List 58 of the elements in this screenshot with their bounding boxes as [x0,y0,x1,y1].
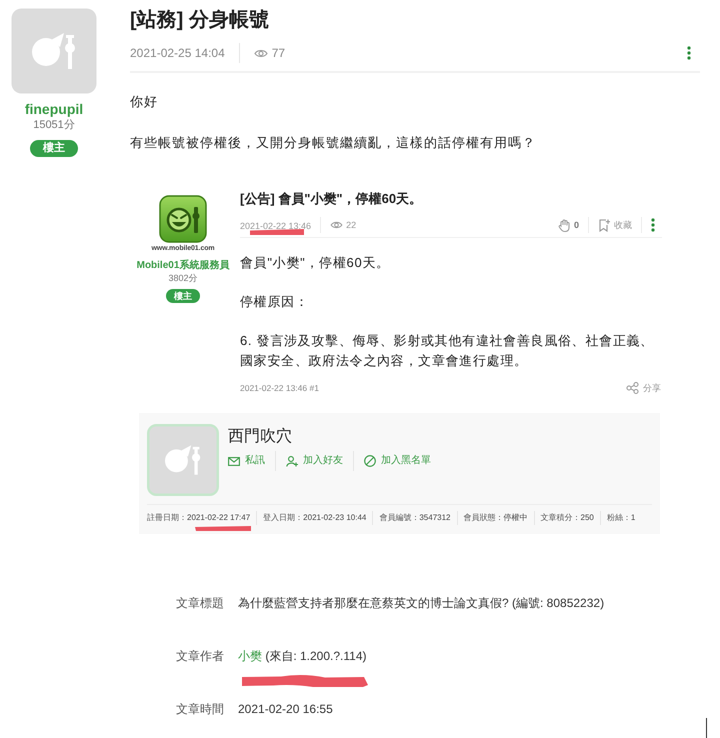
stat-value: 3547312 [419,513,450,522]
stat-label: 會員狀態： [464,512,504,524]
more-options-icon[interactable] [651,218,655,232]
username-link[interactable]: Mobile01系統服務員 [136,259,230,272]
stat-label: 註冊日期： [147,512,187,524]
stat-label: 登入日期： [263,512,304,524]
post-date: 2021-02-25 14:04 [130,46,225,60]
stat-label: 粉絲： [606,512,631,524]
stat-value: 250 [580,513,594,522]
thread-starter-badge: 樓主 [166,289,200,303]
share-button[interactable]: 分享 [626,382,661,394]
bookmark-icon [598,218,610,232]
view-count: 22 [346,220,356,230]
field-label: 文章作者 [176,648,225,665]
envelope-icon [228,456,240,466]
stat-label: 文章積分： [540,512,580,524]
default-avatar-icon [147,424,219,496]
username-link[interactable]: finepupil [24,100,84,118]
stat-label: 會員編號： [379,512,420,524]
post-paragraph: 有些帳號被停權後，又開分身帳號繼續亂，這樣的話停權有用嗎？ [130,134,537,152]
share-icon [626,382,639,394]
quote-paragraph: 停權原因： [240,293,310,311]
post-paragraph: 你好 [130,93,159,111]
thread-starter-badge: 樓主 [30,140,78,157]
quote-title: [公告] 會員"小樊"，停權60天。 [240,190,424,208]
hand-icon [558,218,570,232]
prohibited-icon [364,455,376,467]
stat-value: 2021-02-22 17:47 [187,513,250,522]
author-link[interactable]: 小樊 [238,649,262,663]
bookmark-button[interactable]: 收藏 [598,218,632,232]
eye-icon [254,48,268,58]
points-text: 3802分 [168,272,198,284]
person-plus-icon [286,456,298,466]
block-link[interactable]: 加入黑名單 [364,454,431,468]
stat-value: 停權中 [504,513,528,522]
post-title: [站務] 分身帳號 [130,8,270,33]
eye-icon [330,221,344,229]
author-source: (來自: 1.200.?.114) [264,649,366,663]
field-value: 2021-02-20 16:55 [238,702,333,716]
more-options-icon[interactable] [687,46,691,60]
default-avatar-icon [10,7,98,95]
quote-date: 2021-02-22 13:46 [240,221,312,231]
message-link[interactable]: 私訊 [228,454,265,468]
field-value: 為什麼藍營支持者那麼在意蔡英文的博士論文真假? (編號: 80852232) [238,596,604,610]
points-text: 15051分 [33,118,75,132]
stat-value: 1 [630,513,636,522]
stat-value: 2021-02-23 10:44 [303,513,366,522]
quote-paragraph: 6. 發言涉及攻擊、侮辱、影射或其他有違社會善良風俗、社會正義、國家安全、政府法令之內容，文章會進行處理。 [240,332,655,370]
post-timestamp: 2021-02-22 13:46 #1 [240,383,319,393]
field-label: 文章時間 [176,701,225,718]
view-count: 77 [272,46,286,60]
smiley-logo-icon [159,195,207,243]
field-label: 文章標題 [176,595,225,612]
like-button[interactable]: 0 [558,218,579,232]
profile-name: 西門吹穴 [228,426,293,447]
text-cursor [706,718,707,738]
add-friend-link[interactable]: 加入好友 [286,454,343,468]
quote-paragraph: 會員"小樊"，停權60天。 [240,254,391,272]
